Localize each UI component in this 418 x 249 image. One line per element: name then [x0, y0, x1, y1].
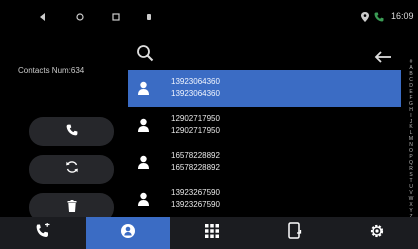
person-icon — [138, 192, 149, 206]
phone-device-icon — [288, 222, 302, 244]
contact-text: 16578228892 16578228892 — [171, 150, 220, 174]
contact-number: 12902717950 — [171, 126, 220, 135]
contact-item[interactable]: 16578228892 16578228892 — [128, 144, 401, 181]
phone-icon — [373, 11, 385, 23]
app-notification-icon — [143, 11, 155, 23]
contact-item[interactable]: 12902717950 12902717950 — [128, 107, 401, 144]
bottom-nav — [0, 217, 418, 249]
tab-contacts[interactable] — [86, 217, 170, 249]
call-log-icon — [35, 222, 51, 244]
call-button[interactable] — [29, 117, 114, 146]
alphabet-letter[interactable]: G — [409, 101, 413, 107]
trash-icon — [67, 199, 77, 217]
tab-device[interactable] — [254, 217, 336, 249]
contact-icon — [120, 223, 136, 244]
contact-number: 13923267590 — [171, 200, 220, 209]
contact-name: 12902717950 — [171, 114, 220, 123]
contact-name: 16578228892 — [171, 151, 220, 160]
tab-dial[interactable] — [0, 217, 86, 249]
contact-name: 13923267590 — [171, 188, 220, 197]
alphabet-letter[interactable]: F — [409, 95, 412, 101]
contact-text: 12902717950 12902717950 — [171, 113, 220, 137]
contact-item[interactable]: 13923267590 13923267590 — [128, 181, 401, 212]
contact-text: 13923267590 13923267590 — [171, 187, 220, 211]
person-icon — [138, 81, 149, 95]
status-bar: 16:09 — [0, 0, 418, 34]
contact-list[interactable]: 13923064360 13923064360 12902717950 1290… — [128, 70, 401, 212]
contact-name: 13923064360 — [171, 77, 220, 86]
person-icon — [138, 155, 149, 169]
phone-icon — [66, 123, 78, 141]
alphabet-letter[interactable]: H — [409, 107, 413, 113]
tab-settings[interactable] — [336, 217, 418, 249]
arrow-left-icon[interactable] — [374, 50, 392, 63]
contact-number: 13923064360 — [171, 89, 220, 98]
recent-square-icon[interactable] — [110, 11, 122, 23]
alphabet-index[interactable]: #ABCDEFGHIJKLMNOPQRSTUVWXYZ — [406, 60, 416, 220]
back-triangle-icon[interactable] — [37, 11, 49, 23]
keypad-icon — [205, 223, 219, 243]
status-time: 16:09 — [391, 11, 414, 21]
contact-number: 16578228892 — [171, 163, 220, 172]
gear-icon — [369, 223, 385, 244]
contacts-count-label: Contacts Num:634 — [18, 66, 85, 75]
location-icon — [359, 11, 371, 23]
contact-text: 13923064360 13923064360 — [171, 76, 220, 100]
tab-keypad[interactable] — [170, 217, 254, 249]
refresh-icon — [65, 160, 79, 179]
alphabet-letter[interactable]: I — [410, 113, 411, 119]
search-icon[interactable] — [136, 44, 154, 62]
person-icon — [138, 118, 149, 132]
home-circle-icon[interactable] — [74, 11, 86, 23]
sync-button[interactable] — [29, 155, 114, 184]
contact-item[interactable]: 13923064360 13923064360 — [128, 70, 401, 107]
